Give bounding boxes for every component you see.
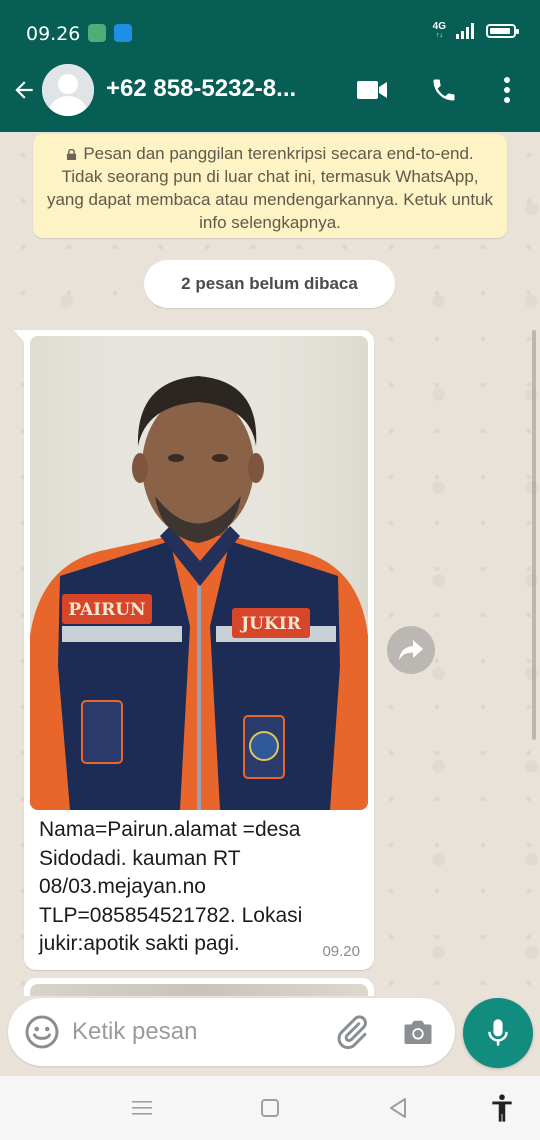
message-photo[interactable]: PAIRUN JUKIR: [30, 336, 368, 810]
status-time: 09.26: [26, 23, 81, 45]
network-activity: ↑↓: [435, 32, 443, 39]
photo-label-jukir: JUKIR: [239, 614, 302, 634]
chat-area[interactable]: Pesan dan panggilan terenkripsi secara e…: [0, 132, 540, 996]
system-navigation-bar: [0, 1076, 540, 1140]
battery-level: [490, 28, 510, 34]
default-avatar-icon: [42, 64, 94, 116]
accessibility-button[interactable]: [486, 1092, 518, 1124]
lock-icon: [67, 149, 77, 160]
back-arrow-icon: [15, 81, 33, 99]
message-caption: Nama=Pairun.alamat =desa Sidodadi. kauma…: [39, 818, 303, 955]
attach-button[interactable]: [334, 1014, 370, 1050]
forward-share-icon: [399, 640, 423, 660]
signal-icon: [456, 23, 474, 39]
recent-apps-button[interactable]: [126, 1092, 158, 1124]
video-camera-icon: [357, 81, 387, 99]
notification-app-icon: [88, 24, 106, 42]
emoji-button[interactable]: [24, 1014, 60, 1050]
contact-name[interactable]: +62 858-5232-8...: [106, 75, 326, 103]
status-indicators: 4G ↑↓: [433, 22, 519, 40]
square-icon: [261, 1099, 279, 1117]
home-button[interactable]: [254, 1092, 286, 1124]
message-input[interactable]: [72, 1012, 322, 1052]
notification-app-icon: [114, 24, 132, 42]
video-call-button[interactable]: [354, 72, 390, 108]
message-composer: [8, 998, 455, 1066]
unread-messages-divider: 2 pesan belum dibaca: [144, 260, 395, 308]
back-nav-button[interactable]: [382, 1092, 414, 1124]
encryption-notice-text: Pesan dan panggilan terenkripsi secara e…: [46, 144, 494, 232]
phone-icon: [433, 79, 455, 101]
forward-button[interactable]: [387, 626, 435, 674]
encryption-notice[interactable]: Pesan dan panggilan terenkripsi secara e…: [33, 134, 507, 238]
message-bubble[interactable]: [24, 978, 374, 996]
network-type: 4G ↑↓: [433, 22, 446, 40]
bubble-tail: [14, 330, 24, 342]
contact-avatar[interactable]: [42, 64, 94, 116]
paperclip-icon: [337, 1015, 367, 1050]
back-button[interactable]: [8, 70, 40, 110]
more-options-button[interactable]: [489, 72, 525, 108]
message-photo[interactable]: [30, 984, 368, 996]
status-bar: 09.26 4G ↑↓: [0, 0, 540, 48]
accessibility-icon: [492, 1094, 512, 1122]
scrollbar[interactable]: [532, 330, 536, 740]
chat-header: +62 858-5232-8...: [0, 48, 540, 132]
camera-icon: [404, 1020, 432, 1044]
battery-icon: [486, 24, 519, 38]
voice-message-button[interactable]: [463, 998, 533, 1068]
emoji-icon: [25, 1015, 59, 1049]
microphone-icon: [488, 1019, 508, 1046]
voice-call-button[interactable]: [426, 72, 462, 108]
unread-messages-label: 2 pesan belum dibaca: [181, 274, 358, 293]
message-bubble[interactable]: PAIRUN JUKIR Nama=Pairun.alamat =desa Si…: [14, 330, 374, 970]
more-vert-icon: [504, 77, 510, 103]
message-time: 09.20: [322, 943, 360, 960]
network-label: 4G: [432, 21, 446, 32]
triangle-back-icon: [390, 1098, 406, 1118]
menu-lines-icon: [132, 1101, 152, 1115]
photo-label-pairun: PAIRUN: [68, 600, 145, 620]
camera-button[interactable]: [400, 1014, 436, 1050]
photo-portrait: PAIRUN JUKIR: [30, 336, 368, 810]
